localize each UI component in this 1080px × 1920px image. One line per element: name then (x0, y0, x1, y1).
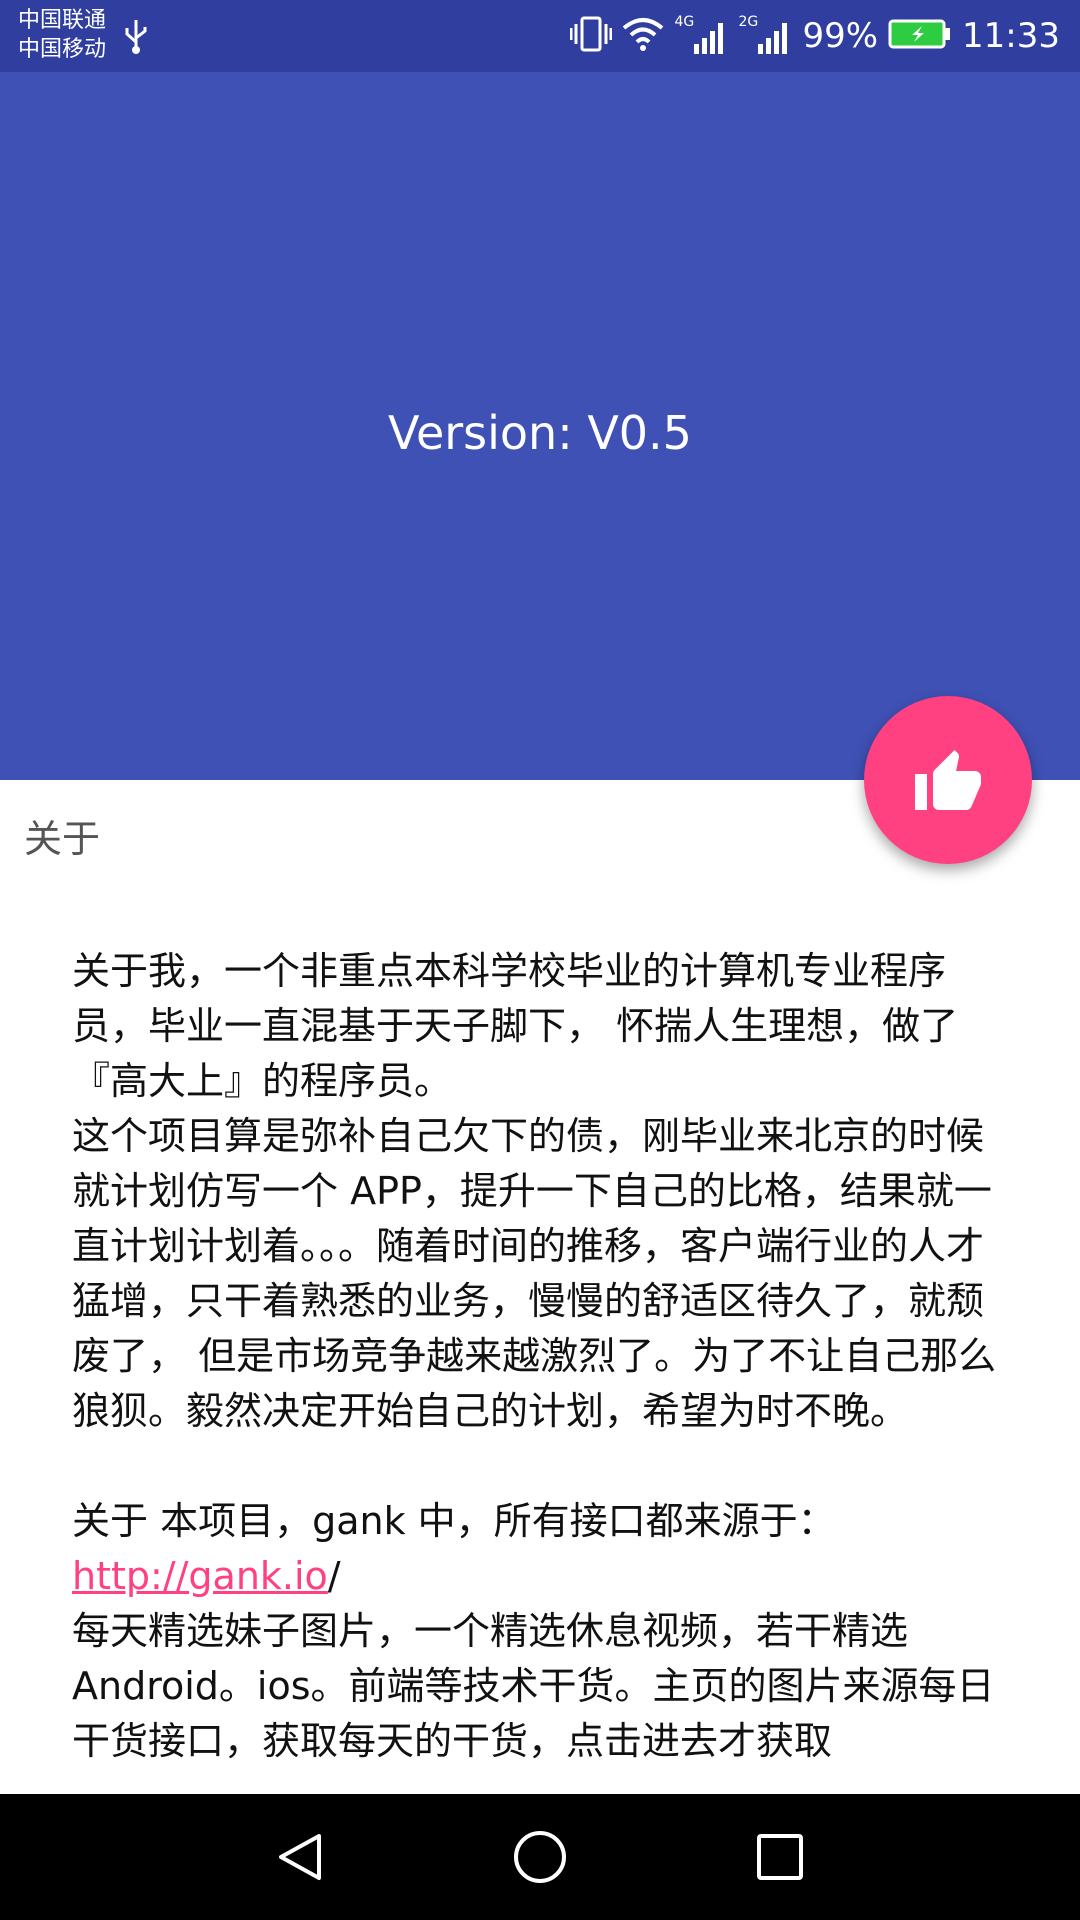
home-button[interactable] (510, 1827, 570, 1887)
recents-icon (757, 1834, 803, 1880)
about-paragraph-1: 关于我，一个非重点本科学校毕业的计算机专业程序员，毕业一直混基于天子脚下， 怀揣… (72, 949, 959, 1103)
navigation-bar (0, 1794, 1080, 1920)
about-paragraph-3: 关于 本项目，gank 中，所有接口都来源于： (72, 1499, 836, 1543)
signal-icon-1: 4G (674, 14, 728, 56)
about-link-line: http://gank.io/ (72, 1549, 1012, 1604)
link-suffix: / (327, 1554, 341, 1598)
status-bar: 中国联通 中国移动 4G 2G 99% 11:33 (0, 0, 1080, 72)
carrier-2: 中国移动 (18, 37, 107, 62)
usb-icon (122, 18, 150, 58)
back-icon (279, 1834, 321, 1880)
section-title: 关于 (24, 817, 101, 861)
home-icon (514, 1831, 566, 1883)
like-fab-button[interactable] (864, 696, 1032, 864)
clock: 11:33 (962, 16, 1060, 56)
signal-icon-2: 2G (738, 14, 792, 56)
gank-link[interactable]: http://gank.io (72, 1554, 328, 1598)
battery-percent: 99% (802, 16, 879, 56)
version-label: Version: V0.5 (388, 406, 692, 460)
vibrate-icon (569, 14, 613, 58)
about-content: 关于我，一个非重点本科学校毕业的计算机专业程序员，毕业一直混基于天子脚下， 怀揣… (72, 944, 1012, 1769)
about-paragraph-2: 这个项目算是弥补自己欠下的债，刚毕业来北京的时候就计划仿写一个 APP，提升一下… (72, 1114, 997, 1433)
thumb-up-icon (915, 750, 981, 810)
battery-icon (888, 18, 952, 54)
app-header: Version: V0.5 (0, 72, 1080, 780)
carrier-1: 中国联通 (18, 8, 107, 33)
carrier-info: 中国联通 中国移动 (18, 6, 106, 64)
back-button[interactable] (270, 1827, 330, 1887)
about-paragraph-4: 每天精选妹子图片，一个精选休息视频，若干精选Android。ios。前端等技术干… (72, 1609, 995, 1763)
wifi-icon (622, 16, 664, 56)
recents-button[interactable] (750, 1827, 810, 1887)
